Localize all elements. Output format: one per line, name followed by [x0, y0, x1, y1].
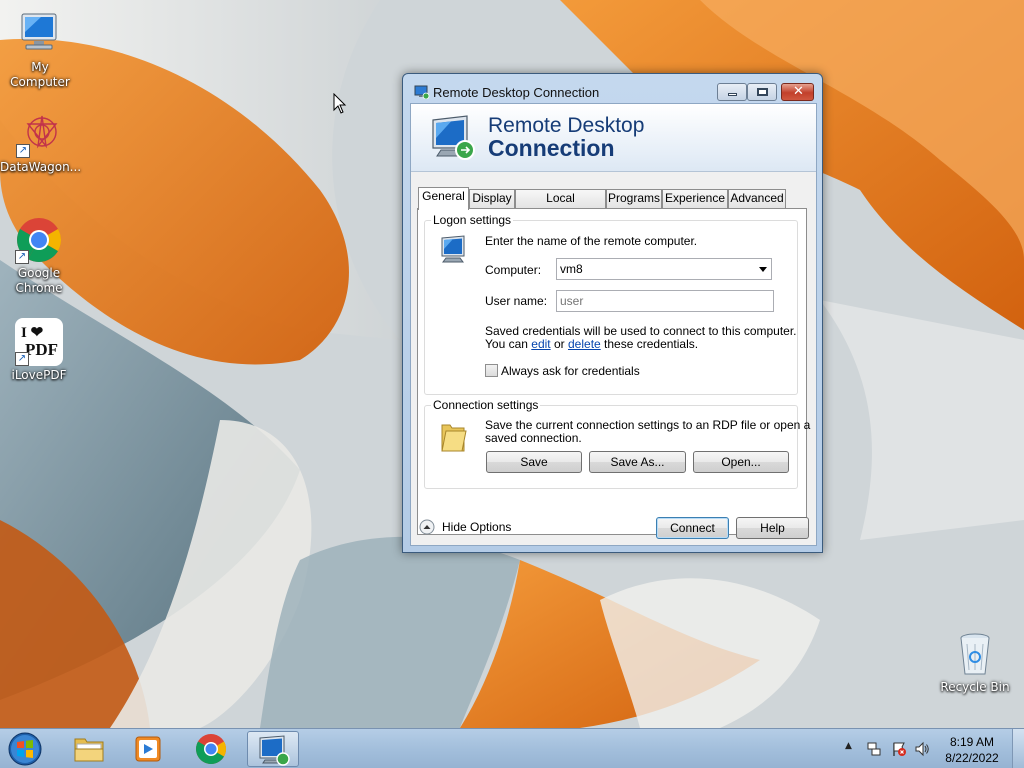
- always-ask-label[interactable]: Always ask for credentials: [501, 364, 640, 378]
- tab-display[interactable]: Display: [469, 189, 515, 208]
- minimize-button[interactable]: [717, 83, 747, 101]
- chevron-down-icon[interactable]: [759, 267, 767, 272]
- tab-general[interactable]: General: [418, 187, 469, 210]
- connection-description-line2: saved connection.: [485, 431, 582, 445]
- delete-credentials-link[interactable]: delete: [568, 337, 601, 351]
- tab-local-resources[interactable]: Local Resources: [515, 189, 606, 222]
- connection-settings-group: Connection settings Save the current con…: [424, 398, 810, 489]
- remote-desktop-monitor-icon: [432, 115, 475, 160]
- chrome-icon: ↗: [15, 216, 63, 264]
- window-title: Remote Desktop Connection: [433, 85, 600, 100]
- start-orb-icon: [8, 732, 42, 766]
- title-bar[interactable]: Remote Desktop Connection ✕: [403, 74, 822, 104]
- start-button[interactable]: [5, 730, 45, 768]
- username-label: User name:: [485, 294, 548, 308]
- ilovepdf-glyph-bottom: PDF: [25, 340, 59, 359]
- desktop-icon-label: iLovePDF: [11, 368, 67, 382]
- desktop-icon-datawagon[interactable]: ↗ DataWagon...: [0, 110, 82, 175]
- datawagon-icon: ↗: [16, 110, 64, 158]
- connect-button[interactable]: Connect: [656, 517, 729, 539]
- credentials-prefix: You can: [485, 337, 528, 351]
- desktop-icon-label: Recycle Bin: [940, 680, 1010, 694]
- action-center-flag-icon[interactable]: [891, 741, 907, 757]
- banner-title-line2: Connection: [488, 135, 615, 161]
- ilovepdf-icon: I ❤ PDF ↗: [15, 318, 63, 366]
- connection-description-line1: Save the current connection settings to …: [485, 418, 811, 432]
- media-player-icon: [135, 736, 161, 762]
- shortcut-arrow-icon: ↗: [15, 352, 29, 366]
- tab-advanced[interactable]: Advanced: [728, 189, 786, 208]
- desktop-icon-my-computer[interactable]: My Computer: [0, 10, 80, 90]
- credentials-line1: Saved credentials will be used to connec…: [485, 324, 797, 338]
- tab-experience[interactable]: Experience: [662, 189, 728, 208]
- minimize-icon: [728, 93, 737, 96]
- chevron-up-icon: [419, 519, 435, 535]
- general-tab-panel: Logon settings Enter the name of the rem…: [417, 208, 810, 535]
- speaker-volume-icon[interactable]: [914, 741, 930, 757]
- shortcut-arrow-icon: ↗: [15, 250, 29, 264]
- open-button[interactable]: Open...: [693, 451, 789, 473]
- taskbar-file-explorer[interactable]: [63, 731, 115, 767]
- close-button[interactable]: ✕: [781, 83, 814, 101]
- computer-label: Computer:: [485, 263, 542, 277]
- close-icon: ✕: [793, 84, 804, 99]
- computer-icon: [441, 235, 465, 263]
- credentials-suffix: these credentials.: [604, 337, 699, 351]
- recycle-bin-icon: [951, 630, 999, 678]
- help-button[interactable]: Help: [736, 517, 809, 539]
- username-field[interactable]: [556, 290, 774, 312]
- edit-credentials-link[interactable]: edit: [531, 337, 550, 351]
- clock-date: 8/22/2022: [945, 751, 999, 765]
- hide-options-label: Hide Options: [442, 520, 512, 534]
- taskbar-media-player[interactable]: [122, 731, 174, 767]
- header-banner: Remote Desktop Connection: [411, 104, 816, 172]
- logon-settings-label: Logon settings: [431, 213, 514, 227]
- desktop-icon-ilovepdf[interactable]: I ❤ PDF ↗ iLovePDF: [0, 318, 79, 383]
- maximize-button[interactable]: [747, 83, 777, 101]
- dialog-client-area: Remote Desktop Connection General Displa…: [410, 103, 817, 546]
- desktop-icon-label: Google Chrome: [15, 266, 63, 295]
- remote-desktop-window: Remote Desktop Connection ✕ Remote Deskt…: [402, 73, 823, 553]
- clock-time: 8:19 AM: [949, 735, 995, 749]
- computer-combobox[interactable]: vm8: [556, 258, 772, 280]
- show-desktop-button[interactable]: [1012, 729, 1024, 768]
- desktop-icon-recycle-bin[interactable]: Recycle Bin: [935, 630, 1015, 695]
- desktop-icon-google-chrome[interactable]: ↗ Google Chrome: [0, 216, 79, 296]
- remote-desktop-icon: [414, 85, 430, 99]
- desktop-icon-label: DataWagon...: [0, 160, 82, 174]
- tab-programs[interactable]: Programs: [606, 189, 662, 208]
- taskbar: ▲ 8:19 AM 8/22/2022: [0, 728, 1024, 768]
- credentials-line2: You can edit or delete these credentials…: [485, 337, 698, 351]
- taskbar-clock[interactable]: 8:19 AM 8/22/2022: [942, 734, 1002, 766]
- credentials-or: or: [553, 337, 565, 351]
- remote-desktop-icon: [259, 735, 290, 766]
- logon-instruction: Enter the name of the remote computer.: [485, 234, 698, 248]
- taskbar-chrome[interactable]: [185, 731, 237, 767]
- computer-icon: [16, 10, 64, 58]
- network-icon[interactable]: [866, 741, 882, 757]
- chrome-icon: [195, 734, 226, 765]
- file-explorer-icon: [74, 738, 104, 762]
- hide-options-toggle[interactable]: Hide Options: [419, 518, 519, 536]
- save-as-button[interactable]: Save As...: [589, 451, 686, 473]
- logon-settings-group: Logon settings Enter the name of the rem…: [424, 213, 798, 395]
- mouse-cursor-icon: [333, 93, 347, 114]
- maximize-icon: [757, 88, 768, 96]
- always-ask-checkbox[interactable]: [485, 364, 498, 377]
- folder-icon: [441, 424, 467, 452]
- show-hidden-icons-icon[interactable]: ▲: [845, 741, 852, 751]
- shortcut-arrow-icon: ↗: [16, 144, 30, 158]
- save-button[interactable]: Save: [486, 451, 582, 473]
- desktop-icon-label: My Computer: [10, 60, 70, 89]
- computer-value: vm8: [560, 262, 583, 276]
- taskbar-remote-desktop[interactable]: [247, 731, 299, 767]
- connection-settings-label: Connection settings: [431, 398, 541, 412]
